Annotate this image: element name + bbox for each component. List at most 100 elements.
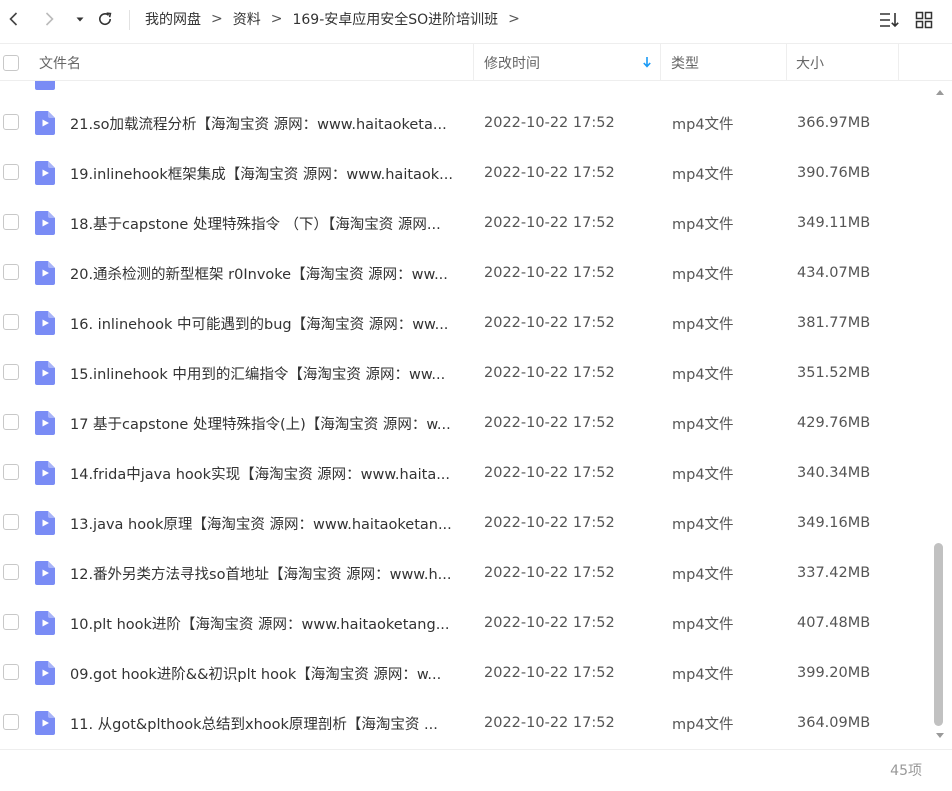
- chevron-left-icon: [9, 12, 18, 26]
- row-checkbox[interactable]: [3, 664, 19, 680]
- file-type: mp4文件: [672, 166, 734, 183]
- select-all-checkbox[interactable]: [3, 55, 19, 71]
- file-size: 429.76MB: [797, 415, 871, 431]
- table-row[interactable]: 19.inlinehook框架集成【海淘宝资 源网：www.haitaok...…: [0, 148, 932, 198]
- file-name[interactable]: 13.java hook原理【海淘宝资 源网：www.haitaoketan..…: [70, 498, 465, 548]
- table-row[interactable]: 16. inlinehook 中可能遇到的bug【海淘宝资 源网：ww... 2…: [0, 298, 932, 348]
- file-size: 337.42MB: [797, 565, 871, 581]
- row-checkbox[interactable]: [3, 714, 19, 730]
- scroll-down-icon[interactable]: [935, 732, 945, 740]
- table-row[interactable]: 14.frida中java hook实现【海淘宝资 源网：www.haita..…: [0, 448, 932, 498]
- column-divider[interactable]: [660, 44, 661, 81]
- file-name[interactable]: 09.got hook进阶&&初识plt hook【海淘宝资 源网：w...: [70, 648, 465, 698]
- table-row[interactable]: 11. 从got&plthook总结到xhook原理剖析【海淘宝资 ... 20…: [0, 698, 932, 748]
- file-name[interactable]: 21.so加载流程分析【海淘宝资 源网：www.haitaoketa...: [70, 98, 465, 148]
- video-file-icon: [35, 661, 55, 685]
- column-header-type[interactable]: 类型: [671, 44, 699, 81]
- video-file-icon: [35, 81, 55, 90]
- file-type: mp4文件: [672, 716, 734, 733]
- file-type: mp4文件: [672, 366, 734, 383]
- toolbar: 我的网盘 > 资料 > 169-安卓应用安全SO进阶培训班 >: [0, 0, 952, 40]
- file-size: 351.52MB: [797, 365, 871, 381]
- column-divider[interactable]: [786, 44, 787, 81]
- file-size: 340.34MB: [797, 465, 871, 481]
- breadcrumb-separator: >: [211, 11, 223, 27]
- table-row[interactable]: 17 基于capstone 处理特殊指令(上)【海淘宝资 源网：w... 202…: [0, 398, 932, 448]
- column-header-name[interactable]: 文件名: [39, 44, 81, 81]
- column-header-size[interactable]: 大小: [796, 44, 824, 81]
- video-file-icon: [35, 411, 55, 435]
- scrollbar-thumb[interactable]: [934, 543, 943, 726]
- row-checkbox[interactable]: [3, 614, 19, 630]
- table-row[interactable]: 15.inlinehook 中用到的汇编指令【海淘宝资 源网：ww... 202…: [0, 348, 932, 398]
- file-type: mp4文件: [672, 666, 734, 683]
- row-checkbox[interactable]: [3, 514, 19, 530]
- refresh-button[interactable]: [94, 8, 116, 30]
- back-button[interactable]: [3, 8, 25, 30]
- breadcrumb-item-folder[interactable]: 资料: [233, 9, 261, 29]
- table-row[interactable]: 12.番外另类方法寻找so首地址【海淘宝资 源网：www.h... 2022-1…: [0, 548, 932, 598]
- sort-descending-icon: [643, 57, 651, 68]
- file-type: mp4文件: [672, 116, 734, 133]
- file-size: 381.77MB: [797, 315, 871, 331]
- breadcrumb-item-root[interactable]: 我的网盘: [145, 9, 201, 29]
- video-file-icon: [35, 261, 55, 285]
- file-name[interactable]: 15.inlinehook 中用到的汇编指令【海淘宝资 源网：ww...: [70, 348, 465, 398]
- table-row[interactable]: 18.基于capstone 处理特殊指令 （下）【海淘宝资 源网... 2022…: [0, 198, 932, 248]
- row-checkbox[interactable]: [3, 414, 19, 430]
- file-name[interactable]: 19.inlinehook框架集成【海淘宝资 源网：www.haitaok...: [70, 148, 465, 198]
- file-type: mp4文件: [672, 316, 734, 333]
- table-header: 文件名 修改时间 类型 大小: [0, 43, 952, 81]
- table-row[interactable]: 20.通杀检测的新型框架 r0Invoke【海淘宝资 源网：ww... 2022…: [0, 248, 932, 298]
- file-name[interactable]: 20.通杀检测的新型框架 r0Invoke【海淘宝资 源网：ww...: [70, 248, 465, 298]
- video-file-icon: [35, 511, 55, 535]
- item-count: 45项: [890, 763, 922, 779]
- row-checkbox[interactable]: [3, 364, 19, 380]
- file-modified-time: 2022-10-22 17:52: [484, 715, 615, 731]
- file-size: 399.20MB: [797, 665, 871, 681]
- file-name[interactable]: 17 基于capstone 处理特殊指令(上)【海淘宝资 源网：w...: [70, 398, 465, 448]
- row-checkbox[interactable]: [3, 214, 19, 230]
- file-name[interactable]: 16. inlinehook 中可能遇到的bug【海淘宝资 源网：ww...: [70, 298, 465, 348]
- scroll-up-icon[interactable]: [935, 88, 945, 96]
- row-checkbox[interactable]: [3, 314, 19, 330]
- table-row[interactable]: 09.got hook进阶&&初识plt hook【海淘宝资 源网：w... 2…: [0, 648, 932, 698]
- file-size: 366.97MB: [797, 115, 871, 131]
- sort-button[interactable]: [878, 9, 900, 31]
- file-size: 407.48MB: [797, 615, 871, 631]
- column-header-modified[interactable]: 修改时间: [484, 44, 540, 81]
- file-name[interactable]: 14.frida中java hook实现【海淘宝资 源网：www.haita..…: [70, 448, 465, 498]
- row-checkbox[interactable]: [3, 164, 19, 180]
- row-checkbox[interactable]: [3, 114, 19, 130]
- table-row[interactable]: 13.java hook原理【海淘宝资 源网：www.haitaoketan..…: [0, 498, 932, 548]
- file-modified-time: 2022-10-22 17:52: [484, 565, 615, 581]
- video-file-icon: [35, 311, 55, 335]
- view-toggle-button[interactable]: [913, 9, 935, 31]
- video-file-icon: [35, 711, 55, 735]
- file-modified-time: 2022-10-22 17:52: [484, 665, 615, 681]
- column-divider[interactable]: [898, 44, 899, 81]
- row-checkbox[interactable]: [3, 264, 19, 280]
- breadcrumb-item-current[interactable]: 169-安卓应用安全SO进阶培训班: [292, 9, 498, 29]
- row-checkbox[interactable]: [3, 564, 19, 580]
- table-row[interactable]: 21.so加载流程分析【海淘宝资 源网：www.haitaoketa... 20…: [0, 98, 932, 148]
- breadcrumb-separator: >: [508, 11, 520, 27]
- forward-button[interactable]: [38, 8, 60, 30]
- file-modified-time: 2022-10-22 17:52: [484, 115, 615, 131]
- table-row[interactable]: 10.plt hook进阶【海淘宝资 源网：www.haitaoketang..…: [0, 598, 932, 648]
- row-checkbox[interactable]: [3, 464, 19, 480]
- column-divider[interactable]: [473, 44, 474, 81]
- file-name[interactable]: 18.基于capstone 处理特殊指令 （下）【海淘宝资 源网...: [70, 198, 465, 248]
- file-size: 434.07MB: [797, 265, 871, 281]
- history-dropdown-button[interactable]: [69, 8, 91, 30]
- file-name[interactable]: 10.plt hook进阶【海淘宝资 源网：www.haitaoketang..…: [70, 598, 465, 648]
- grid-view-icon: [915, 11, 933, 29]
- file-name[interactable]: 12.番外另类方法寻找so首地址【海淘宝资 源网：www.h...: [70, 548, 465, 598]
- file-type: mp4文件: [672, 266, 734, 283]
- file-modified-time: 2022-10-22 17:52: [484, 465, 615, 481]
- status-bar: 45项: [0, 749, 952, 791]
- file-list: 21.so加载流程分析【海淘宝资 源网：www.haitaoketa... 20…: [0, 81, 932, 749]
- video-file-icon: [35, 561, 55, 585]
- file-modified-time: 2022-10-22 17:52: [484, 265, 615, 281]
- file-name[interactable]: 11. 从got&plthook总结到xhook原理剖析【海淘宝资 ...: [70, 698, 465, 748]
